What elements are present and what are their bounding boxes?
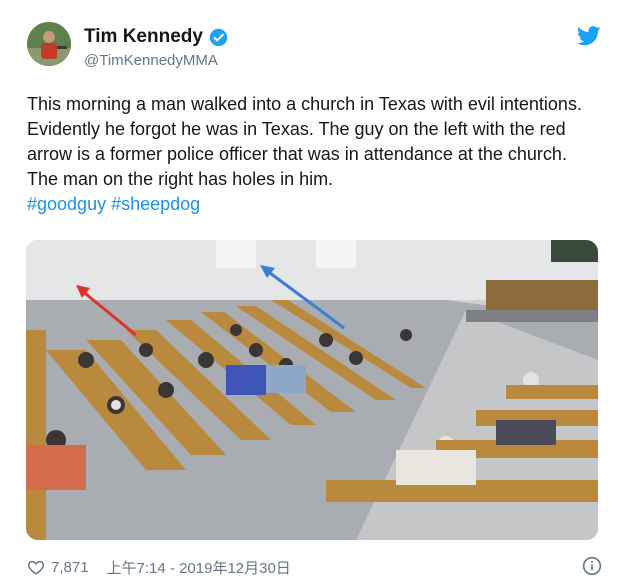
tweet-text: This morning a man walked into a church … <box>27 94 582 189</box>
like-count[interactable]: 7,871 <box>51 559 89 576</box>
verified-badge-icon <box>209 28 228 46</box>
author-name[interactable]: Tim Kennedy <box>84 26 203 48</box>
tweet-photo[interactable] <box>26 240 598 540</box>
author-name-row[interactable]: Tim Kennedy <box>84 26 228 48</box>
hashtag-links[interactable]: #goodguy #sheepdog <box>27 194 200 214</box>
tweet-card: Tim Kennedy @TimKennedyMMA This morning … <box>0 0 621 588</box>
tweet-timestamp[interactable]: 上午7:14 - 2019年12月30日 <box>107 557 291 578</box>
twitter-bird-icon[interactable] <box>577 26 601 46</box>
tweet-body: This morning a man walked into a church … <box>27 92 602 217</box>
info-icon[interactable] <box>582 556 602 576</box>
heart-icon[interactable] <box>27 558 45 576</box>
avatar[interactable] <box>27 22 71 66</box>
author-handle[interactable]: @TimKennedyMMA <box>84 52 218 69</box>
tweet-footer: 7,871 上午7:14 - 2019年12月30日 <box>27 556 602 578</box>
